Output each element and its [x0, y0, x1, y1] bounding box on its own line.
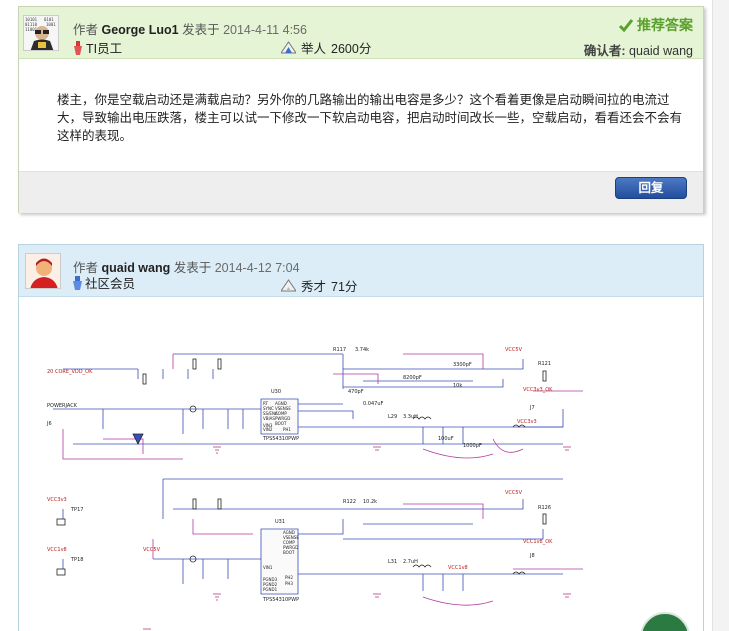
net-core-vdd-ok: 20 CORE_VDD_OK — [47, 369, 93, 375]
post-footer: 回复 — [19, 171, 703, 213]
vcc1v8-label: VCC1v8 — [448, 565, 468, 571]
confirmed-by: 确认者: quaid wang — [583, 44, 693, 58]
reply-button[interactable]: 回复 — [615, 177, 687, 199]
u31-label: U31 — [275, 519, 285, 525]
pin-boot: BOOT — [275, 421, 287, 426]
avatar-george-icon: 101010111011001 01011001 — [24, 16, 58, 50]
rank-icon — [281, 279, 296, 292]
vcc33-ok-label: VCC3v3_OK — [523, 387, 553, 393]
avatar[interactable]: 10101 01110 11001 0101 1001 — [23, 15, 59, 51]
cap-8200pf: 8200pF — [403, 375, 422, 381]
cap-470pf: 470pF — [348, 389, 364, 395]
post-header: 作者 quaid wang 发表于 2014-4-12 7:04 社区会员 秀才… — [19, 245, 703, 297]
vcc1v8-test-label: VCC1v8 — [47, 547, 67, 553]
author-rank: 秀才 71分 — [281, 276, 357, 295]
r121-label: R121 — [538, 361, 551, 367]
check-icon — [619, 18, 633, 32]
tp18-label: TP18 — [70, 557, 83, 563]
powerjack-label: POWERJACK — [47, 403, 78, 409]
cap-100uf: 100uF — [438, 436, 454, 442]
r126-label: R126 — [538, 505, 551, 511]
j6-label: J6 — [46, 421, 52, 427]
posted-prefix: 发表于 — [173, 261, 212, 275]
avatar-default-user-icon — [26, 254, 60, 288]
schematic-drawing: 20 CORE_VDD_OK VCC5V VCC3v3_OK VCC3v3 U3… — [46, 347, 583, 630]
rank-icon — [281, 41, 296, 54]
best-answer-badge: 推荐答案 — [619, 15, 693, 35]
l31-value: 2.7uH — [403, 559, 418, 565]
pin-vin2: VIN2 — [263, 427, 273, 432]
l29-label: L29 — [388, 414, 397, 420]
page-scrollbar[interactable] — [712, 0, 729, 631]
posted-prefix: 发表于 — [182, 23, 220, 37]
post-george-luo1: 10101 01110 11001 0101 1001 作者 George Luo1 … — [18, 6, 704, 213]
chip-label-2: TPS54310PWP — [262, 597, 299, 603]
post-body: 楼主，你是空载启动还是满载启动？另外你的几路输出的输出电容是多少？这个看着更像是… — [57, 93, 683, 143]
confirmer-name[interactable]: quaid wang — [629, 44, 693, 58]
post-quaid-wang: 作者 quaid wang 发表于 2014-4-12 7:04 社区会员 秀才… — [18, 244, 704, 631]
author-rank: 举人 2600分 — [281, 38, 371, 57]
ti-employee-icon — [74, 40, 82, 55]
post-meta: 作者 George Luo1 发表于 2014-4-11 4:56 — [73, 19, 307, 38]
cap-0047uf: 0.047uF — [363, 401, 383, 407]
pin-pgnd1: PGND1 — [263, 587, 278, 592]
u30-label: U30 — [271, 389, 281, 395]
cap-1000pf: 1000pF — [463, 443, 482, 449]
post-date: 2014-4-12 7:04 — [214, 261, 300, 275]
vcc3v3-label: VCC3v3 — [517, 419, 537, 425]
vcc18-ok-label: VCC1v8_OK — [523, 539, 553, 545]
post-date: 2014-4-11 4:56 — [223, 23, 307, 37]
r117-label: R117 — [333, 347, 346, 353]
author-role: TI员工 — [73, 38, 122, 57]
j7-label: J7 — [529, 405, 535, 411]
vcc5v-label: VCC5V — [505, 347, 523, 353]
r122-label: R122 — [343, 499, 356, 505]
j8-label: J8 — [529, 553, 535, 559]
r117-value: 3.74k — [355, 347, 369, 353]
pin-ph3: PH3 — [285, 581, 293, 586]
post-header: 10101 01110 11001 0101 1001 作者 George Luo1 … — [19, 7, 703, 59]
pin-vin1: VIN1 — [263, 565, 273, 570]
vcc3v3-test-label: VCC3v3 — [47, 497, 67, 503]
resistor-10k: 10k — [453, 383, 462, 389]
author-name[interactable]: George Luo1 — [102, 23, 179, 37]
pin-vbias: VBIAS — [263, 416, 275, 421]
vcc5v-label-2: VCC5V — [143, 547, 161, 553]
cap-3300pf: 3300pF — [453, 362, 472, 368]
r122-value: 10.2k — [363, 499, 377, 505]
avatar[interactable] — [25, 253, 61, 289]
l31-label: L31 — [388, 559, 397, 565]
chip-label-1: TPS54310PWP — [262, 436, 299, 442]
pin-boot-2: BOOT — [283, 550, 295, 555]
vcc5v-label-3: VCC5V — [505, 490, 523, 496]
author-prefix: 作者 — [73, 23, 99, 37]
pin-ph1: PH1 — [283, 427, 291, 432]
schematic-image[interactable]: 20 CORE_VDD_OK VCC5V VCC3v3_OK VCC3v3 U3… — [43, 329, 593, 631]
svg-text:1001: 1001 — [46, 22, 56, 27]
tp17-label: TP17 — [70, 507, 83, 513]
pin-ph2: PH2 — [285, 575, 293, 580]
author-role: 社区会员 — [73, 273, 135, 292]
community-member-icon — [73, 275, 82, 290]
